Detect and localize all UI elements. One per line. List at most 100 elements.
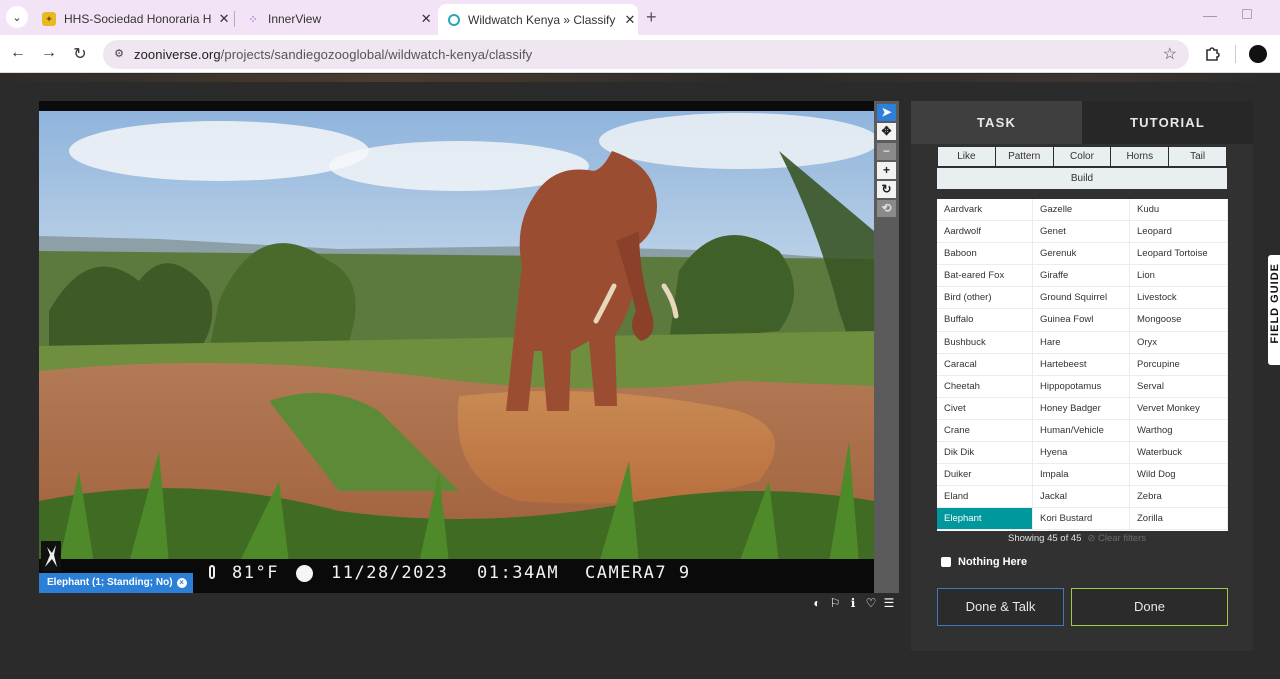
reset-view-icon[interactable]: ⟲ — [877, 200, 896, 217]
species-choice[interactable]: Buffalo — [937, 309, 1033, 332]
nothing-here-option[interactable]: Nothing Here — [941, 556, 1027, 568]
filter-pattern-button[interactable]: Pattern — [994, 146, 1053, 167]
species-choice[interactable]: Impala — [1033, 464, 1130, 487]
species-choice[interactable]: Bushbuck — [937, 331, 1033, 354]
field-guide-tab[interactable]: FIELD GUIDE — [1268, 255, 1280, 365]
species-choice[interactable]: Bat-eared Fox — [937, 265, 1033, 288]
minimize-icon[interactable]: — — [1203, 7, 1217, 23]
maximize-icon[interactable] — [1242, 9, 1252, 19]
hhs-favicon-icon: ✦ — [42, 12, 56, 26]
tab-wildwatch[interactable]: Wildwatch Kenya » Classify — 2 ✕ — [438, 4, 638, 35]
zoom-in-icon[interactable]: + — [877, 162, 896, 179]
species-choice[interactable]: Giraffe — [1033, 265, 1130, 288]
species-choice[interactable]: Hare — [1033, 331, 1130, 354]
info-icon[interactable]: ℹ — [846, 596, 860, 610]
toolbar-divider — [1235, 45, 1236, 63]
remove-annotation-icon[interactable]: × — [176, 578, 187, 588]
species-choice[interactable]: Warthog — [1130, 419, 1228, 443]
species-choice[interactable]: Genet — [1033, 221, 1130, 244]
species-choice[interactable]: Eland — [937, 486, 1033, 509]
invert-icon[interactable]: ◐ — [810, 596, 824, 610]
annotate-tool-icon[interactable]: ➤ — [877, 104, 896, 121]
species-choice[interactable]: Jackal — [1033, 486, 1130, 509]
species-choice[interactable]: Hartebeest — [1033, 353, 1130, 376]
star-icon[interactable]: ☆ — [1163, 44, 1177, 64]
tab-innerview[interactable]: ⁘ InnerView ✕ — [236, 5, 434, 33]
address-bar[interactable]: ⚙ zooniverse.org/projects/sandiegozooglo… — [103, 40, 1189, 69]
tab-task[interactable]: TASK — [911, 101, 1082, 144]
species-choice[interactable]: Leopard Tortoise — [1130, 243, 1228, 266]
species-choice[interactable]: Leopard — [1130, 221, 1228, 244]
species-choice[interactable]: Zebra — [1130, 486, 1228, 509]
filter-tail-button[interactable]: Tail — [1168, 146, 1227, 167]
flag-icon[interactable]: ⚐ — [828, 596, 842, 610]
collect-icon[interactable]: ☰ — [882, 596, 896, 610]
species-choice[interactable]: Livestock — [1130, 287, 1228, 310]
new-tab-icon[interactable]: + — [646, 7, 657, 28]
back-icon[interactable]: ← — [8, 44, 28, 62]
species-choice[interactable]: Porcupine — [1130, 353, 1228, 376]
species-choice[interactable]: Elephant — [937, 508, 1033, 531]
species-choice[interactable]: Baboon — [937, 243, 1033, 266]
species-choice[interactable]: Caracal — [937, 353, 1033, 376]
species-choice[interactable]: Gazelle — [1033, 199, 1130, 222]
species-choice[interactable]: Human/Vehicle — [1033, 419, 1130, 443]
clear-filters-link[interactable]: ⊘ Clear filters — [1087, 533, 1146, 544]
species-choice[interactable]: Hyena — [1033, 442, 1130, 465]
nothing-here-checkbox[interactable] — [941, 557, 951, 567]
filter-horns-button[interactable]: Horns — [1110, 146, 1169, 167]
species-choice[interactable]: Zorilla — [1130, 508, 1228, 531]
species-choice-grid: Aardvark Aardwolf Baboon Bat-eared Fox Bird … — [937, 199, 1228, 531]
species-choice[interactable]: Kori Bustard — [1033, 508, 1130, 531]
species-choice[interactable]: Honey Badger — [1033, 397, 1130, 420]
species-choice[interactable]: Vervet Monkey — [1130, 397, 1228, 420]
profile-icon[interactable] — [1249, 45, 1267, 63]
site-info-icon[interactable]: ⚙ — [112, 47, 126, 61]
species-choice[interactable]: Cheetah — [937, 375, 1033, 398]
species-choice[interactable]: Crane — [937, 419, 1033, 443]
filter-color-button[interactable]: Color — [1052, 146, 1111, 167]
extensions-icon[interactable] — [1204, 45, 1220, 61]
tab-title: Wildwatch Kenya » Classify — 2 — [468, 12, 618, 27]
species-choice[interactable]: Serval — [1130, 375, 1228, 398]
species-choice[interactable]: Aardwolf — [937, 221, 1033, 244]
subject-viewer[interactable]: 81°F 11/28/2023 01:34AM CAMERA7 9 Elepha… — [39, 101, 874, 593]
species-choice[interactable]: Mongoose — [1130, 309, 1228, 332]
annotation-tag[interactable]: Elephant (1; Standing; No) × — [39, 573, 193, 593]
species-choice[interactable]: Kudu — [1130, 199, 1228, 222]
close-icon[interactable]: ✕ — [418, 11, 434, 27]
project-header-background — [0, 74, 1280, 82]
species-choice[interactable]: Lion — [1130, 265, 1228, 288]
species-choice[interactable]: Ground Squirrel — [1033, 287, 1130, 310]
species-choice[interactable]: Civet — [937, 397, 1033, 420]
innerview-favicon-icon: ⁘ — [248, 13, 258, 26]
species-choice[interactable]: Gerenuk — [1033, 243, 1130, 266]
done-button[interactable]: Done — [1071, 588, 1228, 626]
filter-like-button[interactable]: Like — [937, 146, 995, 167]
species-choice[interactable]: Hippopotamus — [1033, 375, 1130, 398]
tab-tutorial[interactable]: TUTORIAL — [1082, 101, 1253, 144]
species-choice[interactable]: Waterbuck — [1130, 442, 1228, 465]
tab-title: InnerView — [268, 12, 322, 26]
tab-list-icon[interactable]: ⌄ — [6, 6, 28, 28]
url-text[interactable]: zooniverse.org/projects/sandiegozoogloba… — [134, 47, 532, 62]
species-choice[interactable]: Oryx — [1130, 331, 1228, 354]
species-choice[interactable]: Duiker — [937, 464, 1033, 487]
species-choice[interactable]: Aardvark — [937, 199, 1033, 222]
done-and-talk-button[interactable]: Done & Talk — [937, 588, 1064, 626]
tab-hhs[interactable]: ✦ HHS-Sociedad Honoraria Hispá ✕ — [32, 5, 232, 33]
forward-icon[interactable]: → — [39, 44, 59, 62]
reload-icon[interactable]: ↻ — [70, 44, 90, 64]
subject-image[interactable] — [39, 111, 874, 563]
close-icon[interactable]: ✕ — [622, 12, 638, 28]
zoom-out-icon[interactable]: − — [877, 143, 896, 160]
species-choice[interactable]: Guinea Fowl — [1033, 309, 1130, 332]
close-icon[interactable]: ✕ — [216, 11, 232, 27]
move-tool-icon[interactable]: ✥ — [877, 123, 896, 140]
favorite-icon[interactable]: ♡ — [864, 596, 878, 610]
species-choice[interactable]: Dik Dik — [937, 442, 1033, 465]
rotate-icon[interactable]: ↻ — [877, 181, 896, 198]
species-choice[interactable]: Wild Dog — [1130, 464, 1228, 487]
species-choice[interactable]: Bird (other) — [937, 287, 1033, 310]
filter-build-button[interactable]: Build — [937, 168, 1227, 189]
